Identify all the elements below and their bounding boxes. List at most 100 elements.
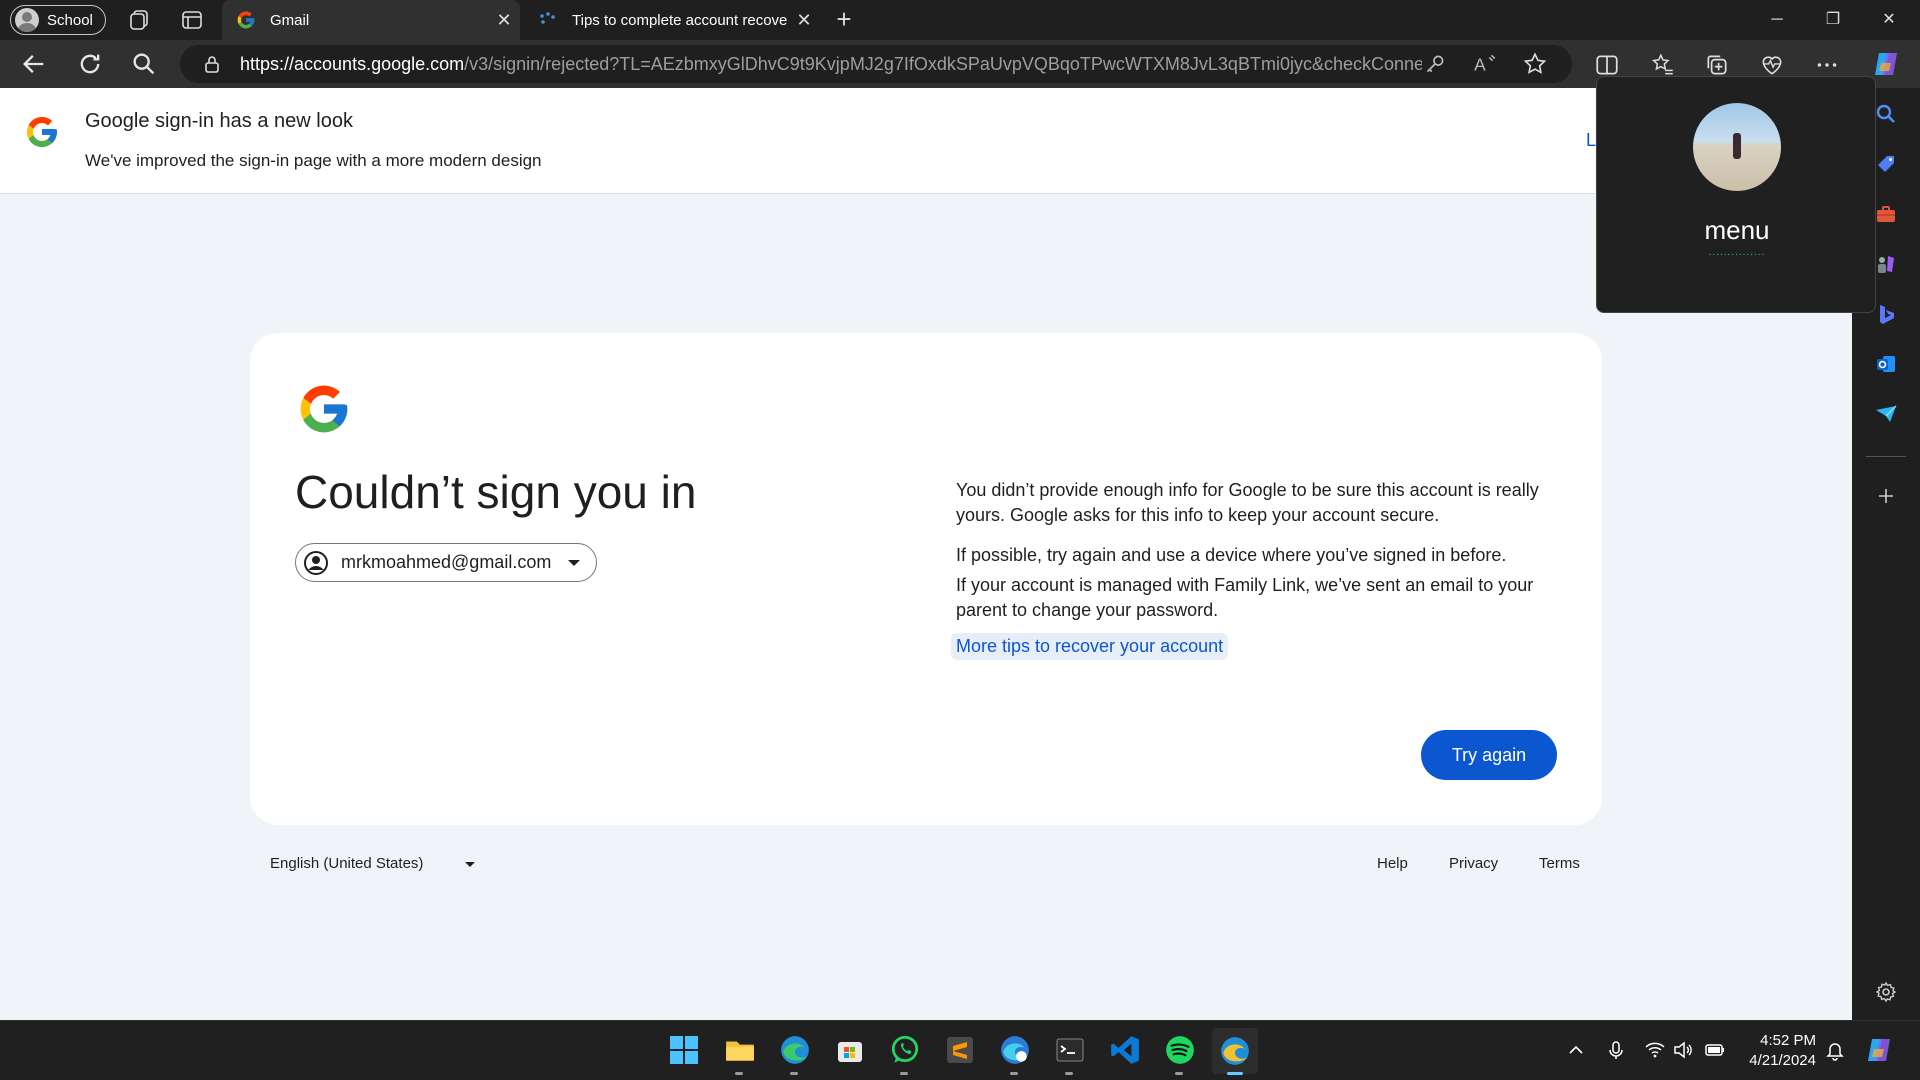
privacy-link[interactable]: Privacy bbox=[1449, 855, 1498, 872]
url-text[interactable]: https://accounts.google.com/v3/signin/re… bbox=[240, 54, 1422, 75]
split-screen-icon[interactable] bbox=[1594, 52, 1620, 78]
page-title: Couldn’t sign you in bbox=[295, 466, 697, 518]
clock-date: 4/21/2024 bbox=[1749, 1052, 1816, 1069]
microphone-icon[interactable] bbox=[1605, 1039, 1627, 1061]
store-icon bbox=[838, 1042, 862, 1062]
refresh-icon[interactable] bbox=[76, 50, 104, 78]
banner-title: Google sign-in has a new look bbox=[85, 110, 353, 132]
google-logo-icon bbox=[27, 117, 57, 147]
person-silhouette-icon bbox=[1733, 133, 1741, 159]
search-icon[interactable] bbox=[130, 50, 158, 78]
edge-dev-icon bbox=[1001, 1036, 1029, 1064]
settings-gear-icon[interactable] bbox=[1874, 980, 1898, 1004]
windows-start-icon bbox=[670, 1036, 698, 1064]
more-options-icon[interactable] bbox=[1814, 52, 1840, 78]
google-favicon-icon bbox=[237, 11, 255, 29]
drop-icon[interactable] bbox=[1874, 402, 1898, 426]
show-hidden-icons-chevron-up-icon[interactable] bbox=[1565, 1039, 1587, 1061]
new-tab-button[interactable]: + bbox=[828, 4, 860, 36]
chevron-down-icon[interactable] bbox=[465, 862, 475, 867]
taskbar-store[interactable] bbox=[833, 1033, 867, 1067]
loading-dots: ............... bbox=[1708, 247, 1766, 258]
running-indicator bbox=[900, 1072, 908, 1075]
profile-popup: menu ............... bbox=[1596, 76, 1876, 313]
minimize-button[interactable]: ─ bbox=[1750, 0, 1804, 40]
tab-account-recovery[interactable]: Tips to complete account recove ✕ bbox=[524, 0, 820, 40]
close-window-button[interactable]: ✕ bbox=[1862, 0, 1916, 40]
outlook-icon[interactable] bbox=[1874, 352, 1898, 376]
address-bar[interactable]: https://accounts.google.com/v3/signin/re… bbox=[180, 45, 1572, 83]
close-tab-icon[interactable]: ✕ bbox=[488, 10, 520, 31]
start-button[interactable] bbox=[667, 1033, 701, 1067]
copilot-icon[interactable] bbox=[1864, 1035, 1894, 1065]
copilot-icon[interactable] bbox=[1871, 49, 1901, 79]
spotify-icon bbox=[1166, 1036, 1194, 1064]
taskbar-terminal[interactable] bbox=[1053, 1033, 1087, 1075]
recover-account-link[interactable]: More tips to recover your account bbox=[951, 633, 1229, 660]
try-again-button[interactable]: Try again bbox=[1421, 730, 1557, 780]
edge-canary-icon bbox=[1221, 1037, 1249, 1065]
whatsapp-icon bbox=[891, 1035, 919, 1063]
folder-icon bbox=[726, 1041, 754, 1061]
tab-actions-icon[interactable] bbox=[180, 8, 204, 32]
running-indicator bbox=[790, 1072, 798, 1075]
taskbar-file-explorer[interactable] bbox=[723, 1033, 757, 1075]
profile-avatar-icon bbox=[15, 8, 39, 32]
sidebar-search-icon[interactable] bbox=[1874, 102, 1898, 126]
notification-bell-icon[interactable] bbox=[1824, 1039, 1846, 1061]
taskbar-sublime-text[interactable] bbox=[943, 1033, 977, 1067]
taskbar-edge[interactable] bbox=[778, 1033, 812, 1075]
sign-in-card: Couldn’t sign you in mrkmoahmed@gmail.co… bbox=[250, 333, 1602, 825]
sidebar-divider bbox=[1866, 456, 1906, 457]
active-indicator bbox=[1227, 1072, 1243, 1075]
banner-learn-more-link[interactable]: L bbox=[1586, 130, 1596, 151]
read-aloud-icon[interactable]: A bbox=[1472, 51, 1498, 77]
clock-time: 4:52 PM bbox=[1760, 1032, 1816, 1049]
collections-icon[interactable] bbox=[1704, 52, 1730, 78]
profile-menu-label[interactable]: menu bbox=[1597, 215, 1877, 246]
svg-text:A: A bbox=[1474, 55, 1486, 75]
info-paragraph-3: If your account is managed with Family L… bbox=[956, 575, 1534, 620]
info-paragraph-2: If possible, try again and use a device … bbox=[956, 545, 1507, 565]
favorite-star-icon[interactable] bbox=[1522, 51, 1548, 77]
back-arrow-icon[interactable] bbox=[20, 50, 48, 78]
chevron-down-icon bbox=[568, 559, 580, 566]
tab-gmail[interactable]: Gmail ✕ bbox=[222, 0, 520, 40]
battery-icon[interactable] bbox=[1704, 1039, 1726, 1061]
key-icon[interactable] bbox=[1422, 51, 1448, 77]
taskbar-edge-canary[interactable] bbox=[1212, 1028, 1258, 1075]
wifi-icon[interactable] bbox=[1644, 1039, 1666, 1061]
taskbar-vscode[interactable] bbox=[1108, 1033, 1142, 1067]
profile-button[interactable]: School bbox=[10, 5, 106, 35]
vscode-icon bbox=[1111, 1036, 1139, 1064]
shopping-tag-icon[interactable] bbox=[1874, 152, 1898, 176]
account-chooser[interactable]: mrkmoahmed@gmail.com bbox=[295, 543, 597, 582]
edge-icon bbox=[781, 1036, 809, 1064]
workspaces-icon[interactable] bbox=[128, 8, 152, 32]
volume-icon[interactable] bbox=[1672, 1039, 1694, 1061]
taskbar-edge-dev[interactable] bbox=[998, 1033, 1032, 1075]
url-path: /v3/signin/rejected?TL=AEzbmxyGlDhvC9t9K… bbox=[464, 53, 1422, 74]
tools-icon[interactable] bbox=[1874, 202, 1898, 226]
info-paragraph-1: You didn’t provide enough info for Googl… bbox=[956, 480, 1539, 525]
language-selector[interactable]: English (United States) bbox=[270, 855, 423, 872]
help-link[interactable]: Help bbox=[1377, 855, 1408, 872]
games-icon[interactable] bbox=[1874, 252, 1898, 276]
favorites-icon[interactable] bbox=[1650, 52, 1676, 78]
system-clock[interactable]: 4:52 PM 4/21/2024 bbox=[1736, 1031, 1816, 1071]
profile-photo[interactable] bbox=[1693, 103, 1781, 191]
tab-title: Gmail bbox=[270, 11, 310, 29]
restore-button[interactable]: ❐ bbox=[1806, 0, 1860, 40]
taskbar-whatsapp[interactable] bbox=[888, 1033, 922, 1075]
browser-essentials-icon[interactable] bbox=[1759, 52, 1785, 78]
close-tab-icon[interactable]: ✕ bbox=[788, 10, 820, 31]
loading-spinner-icon bbox=[540, 12, 555, 24]
terms-link[interactable]: Terms bbox=[1539, 855, 1580, 872]
taskbar-spotify[interactable] bbox=[1163, 1033, 1197, 1075]
tab-title: Tips to complete account recove bbox=[572, 11, 788, 29]
browser-title-bar: School Gmail ✕ Tips to complete account … bbox=[0, 0, 1920, 40]
lock-icon[interactable] bbox=[202, 54, 222, 74]
bing-chat-icon[interactable] bbox=[1874, 302, 1898, 326]
sublime-text-icon bbox=[947, 1037, 973, 1063]
add-icon[interactable] bbox=[1874, 484, 1898, 508]
